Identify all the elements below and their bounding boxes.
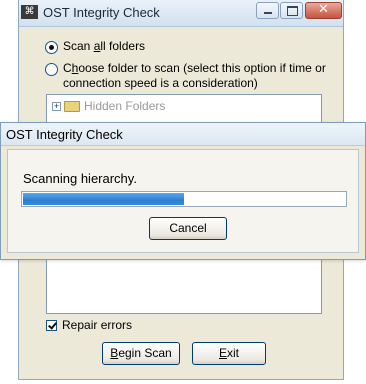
app-icon: ⌘: [21, 5, 38, 19]
window-title: OST Integrity Check: [43, 5, 160, 20]
begin-scan-button[interactable]: Begin Scan: [102, 342, 180, 365]
tree-item-label: Hidden Folders: [84, 99, 166, 113]
close-button[interactable]: ✕: [305, 2, 342, 19]
scan-all-label: Scan all folders: [63, 39, 146, 53]
close-icon: ✕: [318, 2, 329, 17]
choose-folder-label: Choose folder to scan (select this optio…: [63, 61, 326, 90]
tree-item-hidden-folders[interactable]: + Hidden Folders: [52, 99, 165, 113]
maximize-button[interactable]: [280, 2, 303, 19]
choose-folder-radio[interactable]: [45, 63, 58, 76]
expand-icon[interactable]: +: [52, 101, 61, 111]
status-message: Scanning hierarchy.: [23, 171, 137, 186]
progress-fill: [23, 193, 184, 205]
progress-bar: [21, 191, 347, 207]
title-bar[interactable]: ⌘ OST Integrity Check ✕: [19, 0, 343, 27]
choose-folder-option[interactable]: Choose folder to scan (select this optio…: [45, 61, 326, 91]
repair-errors-option[interactable]: Repair errors: [46, 318, 132, 332]
scan-all-radio[interactable]: [45, 41, 58, 54]
progress-dialog: OST Integrity Check Scanning hierarchy. …: [0, 122, 366, 260]
cancel-button[interactable]: Cancel: [149, 217, 227, 240]
folder-icon: [64, 100, 80, 112]
dialog-title: OST Integrity Check: [6, 127, 123, 142]
repair-errors-label: Repair errors: [62, 318, 133, 332]
scan-all-option[interactable]: Scan all folders: [45, 39, 145, 54]
exit-button[interactable]: Exit: [192, 342, 266, 365]
repair-errors-checkbox[interactable]: [46, 319, 57, 331]
minimize-button[interactable]: [256, 2, 279, 19]
dialog-body: Scanning hierarchy. Cancel: [7, 149, 359, 253]
dialog-title-bar[interactable]: OST Integrity Check: [1, 123, 365, 146]
